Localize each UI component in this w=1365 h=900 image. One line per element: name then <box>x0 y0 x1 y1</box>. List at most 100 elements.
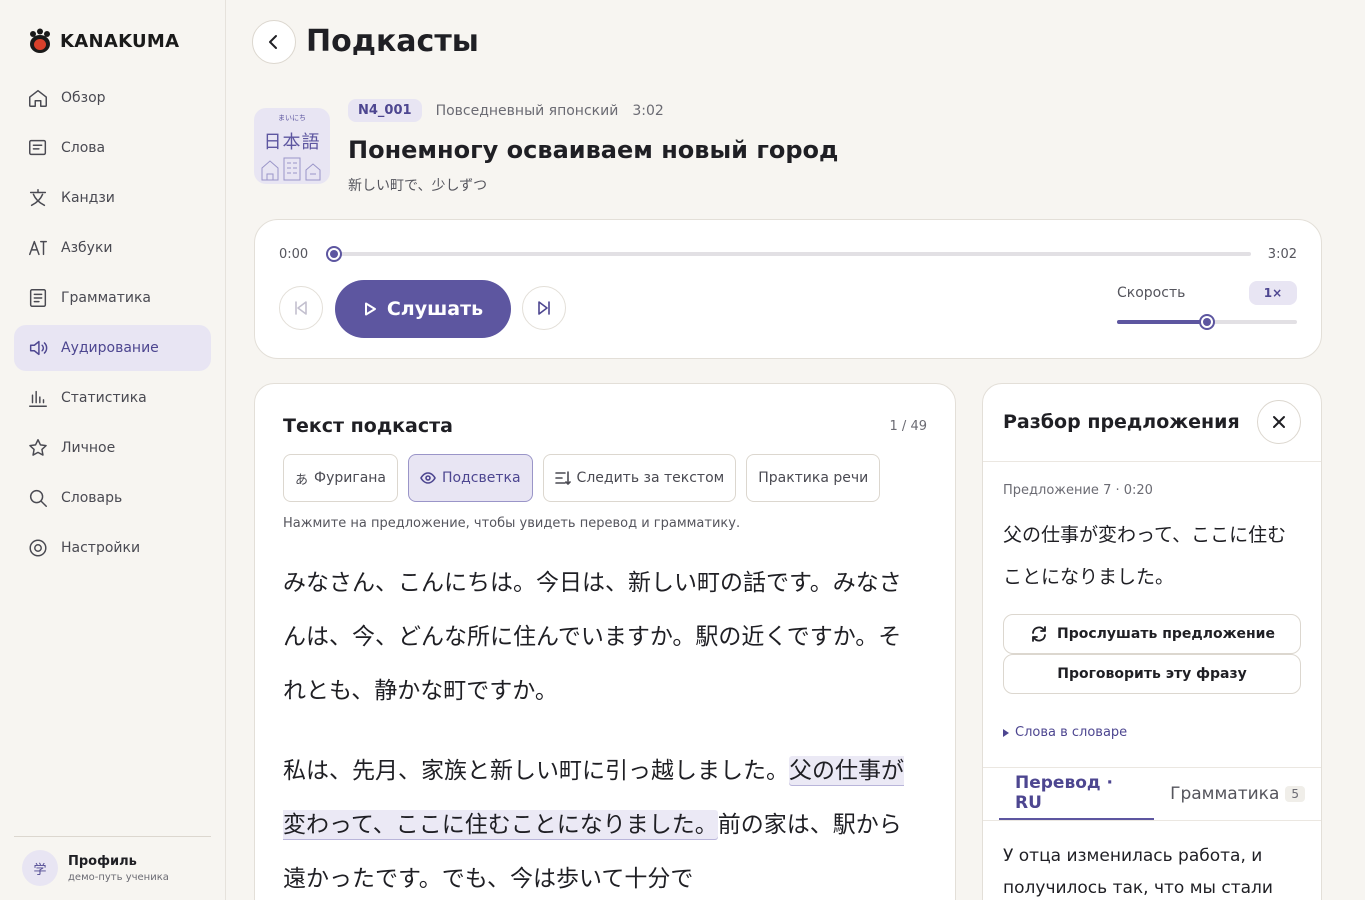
podcast-cover: まいにち 日本語 <box>254 108 330 184</box>
document-icon <box>26 286 50 310</box>
level-badge: N4_001 <box>348 99 422 122</box>
sidebar-item-dictionary[interactable]: Словарь <box>14 475 211 521</box>
gear-icon <box>26 536 50 560</box>
previous-sentence-button[interactable] <box>279 286 323 330</box>
practice-label: Практика речи <box>758 470 869 486</box>
transcript-sentence[interactable]: 私は、先月、家族と新しい町に引っ越しました。 <box>283 758 789 784</box>
audio-player: 0:00 3:02 Слушать Скорость 1× <box>254 219 1322 359</box>
search-icon <box>26 486 50 510</box>
speak-phrase-button[interactable]: Проговорить эту фразу <box>1003 654 1301 694</box>
speech-practice-toggle[interactable]: Практика речи <box>746 454 881 502</box>
close-analysis-button[interactable] <box>1257 400 1301 444</box>
repeat-icon <box>1032 626 1046 642</box>
app-name: KANAKUMA <box>60 30 180 52</box>
progress-thumb[interactable] <box>326 246 342 262</box>
dictionary-words-label: Слова в словаре <box>1015 725 1128 740</box>
translation-text: У отца изменилась работа, и получилось т… <box>1003 846 1273 898</box>
profile-subtitle: демо-путь ученика <box>68 871 169 883</box>
sidebar-item-settings[interactable]: Настройки <box>14 525 211 571</box>
kanji-icon <box>26 186 50 210</box>
furigana-label: Фуригана <box>314 470 387 486</box>
sentence-analysis-panel: Разбор предложения Предложение 7 · 0:20 … <box>982 383 1322 900</box>
play-icon <box>364 302 376 316</box>
page-title: Подкасты <box>306 24 479 59</box>
card-icon <box>26 136 50 160</box>
sidebar-item-personal[interactable]: Личное <box>14 425 211 471</box>
episode-subtitle: 新しい町で、少しずつ <box>348 178 488 194</box>
transcript-hint: Нажмите на предложение, чтобы увидеть пе… <box>283 516 741 531</box>
sidebar-item-label: Словарь <box>61 490 123 506</box>
avatar: 学 <box>22 850 58 886</box>
sidebar-item-label: Личное <box>61 440 116 456</box>
sidebar-item-label: Аудирование <box>61 340 159 356</box>
transcript-sentence[interactable]: でも、今は歩いて十分で <box>442 866 694 892</box>
back-button[interactable] <box>252 20 296 64</box>
star-icon <box>26 436 50 460</box>
sidebar-item-label: Грамматика <box>61 290 151 306</box>
app-logo[interactable]: KANAKUMA <box>28 28 179 54</box>
close-icon <box>1273 416 1285 428</box>
analysis-sentence: 父の仕事が変わって、ここに住むことになりました。 <box>1003 524 1287 588</box>
transcript-sentence[interactable]: 駅の近くですか。 <box>695 624 878 650</box>
divider <box>983 820 1321 821</box>
sidebar-nav: Обзор Слова Кандзи Азбуки Грамматика Ауд… <box>14 75 211 575</box>
skip-next-icon <box>538 301 550 315</box>
play-label: Слушать <box>386 298 484 320</box>
next-sentence-button[interactable] <box>522 286 566 330</box>
listen-sentence-button[interactable]: Прослушать предложение <box>1003 614 1301 654</box>
tab-grammar[interactable]: Грамматика 5 <box>1154 768 1321 820</box>
episode-category: Повседневный японский <box>435 102 619 119</box>
analysis-title: Разбор предложения <box>1003 411 1240 433</box>
total-time: 3:02 <box>1267 247 1297 262</box>
sidebar-item-kanji[interactable]: Кандзи <box>14 175 211 221</box>
current-time: 0:00 <box>279 247 309 262</box>
hiragana-icon: あ <box>295 472 309 488</box>
grammar-count-badge: 5 <box>1285 786 1305 802</box>
eye-icon <box>420 472 436 484</box>
transcript-card: Текст подкаста 1 / 49 あ Фуригана Подсвет… <box>254 383 956 900</box>
chevron-left-icon <box>269 35 277 49</box>
transcript-paragraph: みなさん、こんにちは。今日は、新しい町の話です。みなさんは、今、どんな所に住んで… <box>283 556 915 718</box>
furigana-toggle[interactable]: あ Фуригана <box>283 454 399 502</box>
play-button[interactable]: Слушать <box>335 280 511 338</box>
tab-translation[interactable]: Перевод · RU <box>999 768 1155 820</box>
sidebar-item-overview[interactable]: Обзор <box>14 75 211 121</box>
speaker-icon <box>26 336 50 360</box>
profile-button[interactable]: 学 Профиль демо-путь ученика <box>22 850 169 886</box>
tab-grammar-label: Грамматика <box>1170 784 1280 804</box>
progress-slider[interactable] <box>326 246 1251 262</box>
follow-text-toggle[interactable]: Следить за текстом <box>542 454 737 502</box>
sidebar-item-statistics[interactable]: Статистика <box>14 375 211 421</box>
sidebar-item-listening[interactable]: Аудирование <box>14 325 211 371</box>
dictionary-words-disclosure[interactable]: Слова в словаре <box>1003 725 1127 740</box>
transcript-toggles: あ Фуригана Подсветка Следить за текстом … <box>283 454 881 502</box>
highlight-label: Подсветка <box>442 470 521 486</box>
highlight-toggle[interactable]: Подсветка <box>408 454 533 502</box>
listen-sentence-label: Прослушать предложение <box>1057 626 1275 642</box>
sidebar-item-label: Настройки <box>61 540 141 556</box>
home-icon <box>26 86 50 110</box>
follow-list-icon <box>554 471 571 485</box>
sidebar-item-grammar[interactable]: Грамматика <box>14 275 211 321</box>
transcript-sentence[interactable]: みなさん、こんにちは。 <box>283 570 536 596</box>
sidebar-item-kana[interactable]: Азбуки <box>14 225 211 271</box>
kana-icon <box>26 236 50 260</box>
disclosure-triangle-icon <box>1003 728 1009 737</box>
bear-paw-logo-icon <box>28 28 52 54</box>
transcript-sentence[interactable]: 今日は、新しい町の話です。 <box>536 570 833 596</box>
speed-value-badge: 1× <box>1249 281 1297 305</box>
sidebar-item-label: Кандзи <box>61 190 115 206</box>
sidebar-item-label: Статистика <box>61 390 147 406</box>
divider <box>983 461 1321 462</box>
sidebar-item-label: Азбуки <box>61 240 113 256</box>
speed-fill <box>1117 320 1207 324</box>
speak-phrase-label: Проговорить эту фразу <box>1057 666 1247 682</box>
speed-label: Скорость <box>1117 285 1186 301</box>
sentence-meta: Предложение 7 · 0:20 <box>1003 483 1153 498</box>
transcript-paragraph: 私は、先月、家族と新しい町に引っ越しました。父の仕事が変わって、ここに住むことに… <box>283 744 915 900</box>
analysis-tabs: Перевод · RU Грамматика 5 <box>999 768 1321 820</box>
speed-slider[interactable] <box>1117 314 1297 330</box>
sidebar-item-words[interactable]: Слова <box>14 125 211 171</box>
speed-thumb[interactable] <box>1199 314 1215 330</box>
follow-label: Следить за текстом <box>576 470 725 486</box>
